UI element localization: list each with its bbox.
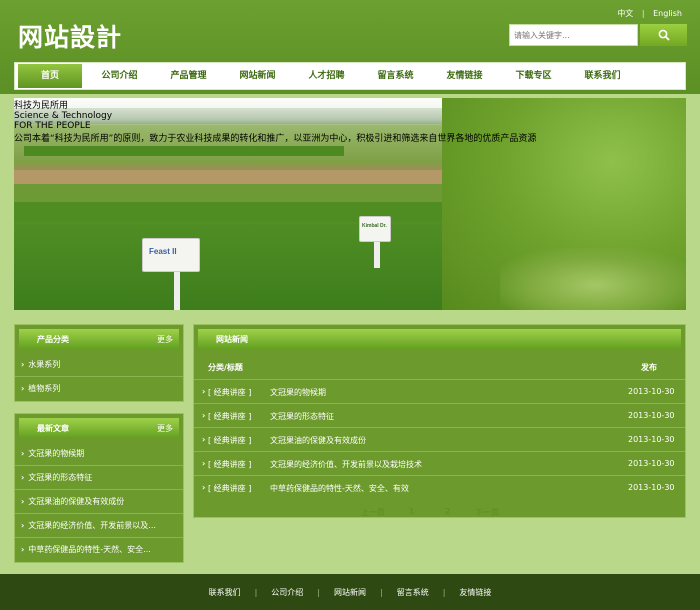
field-sign-small: Kimbal Dr. <box>359 216 391 242</box>
news-category[interactable]: [ 经典讲座 ] <box>208 411 251 422</box>
next-page-link[interactable]: 下一页 <box>475 507 499 518</box>
arrow-icon: › <box>202 459 206 468</box>
list-item[interactable]: › 文冠果的物候期 <box>15 442 183 466</box>
banner-subtitle: FOR THE PEOPLE <box>14 121 91 131</box>
news-rows: › [ 经典讲座 ] 文冠果的物候期 2013-10-30 › [ 经典讲座 ]… <box>194 379 685 499</box>
arrow-icon: › <box>202 435 206 444</box>
banner-text: 科技为民所用 Science & Technology FOR THE PEOP… <box>14 98 536 144</box>
table-row[interactable]: › [ 经典讲座 ] 文冠果的形态特征 2013-10-30 <box>194 403 685 427</box>
lang-chinese[interactable]: 中文 <box>617 9 633 18</box>
table-row[interactable]: › [ 经典讲座 ] 文冠果的经济价值、开发前景以及栽培技术 2013-10-3… <box>194 451 685 475</box>
news-header: 网站新闻 <box>198 329 681 349</box>
news-link[interactable]: 文冠果的物候期 <box>270 387 326 398</box>
plot-row <box>14 184 442 202</box>
news-link[interactable]: 文冠果的经济价值、开发前景以及栽培技术 <box>270 459 422 470</box>
arrow-icon: › <box>21 449 25 458</box>
search-button[interactable] <box>640 24 687 46</box>
news-title: 网站新闻 <box>216 335 248 344</box>
arrow-icon: › <box>202 483 206 492</box>
nav-links[interactable]: 友情链接 <box>430 62 499 90</box>
footer-link-about[interactable]: 公司介绍 <box>257 587 317 598</box>
banner-english: Science & Technology <box>14 111 113 121</box>
plot-row <box>24 146 344 156</box>
news-link[interactable]: 文冠果油的保健及有效成份 <box>270 435 366 446</box>
field-sign: Feast II <box>142 238 200 272</box>
news-panel: 网站新闻 分类/标题 发布 › [ 经典讲座 ] 文冠果的物候期 2013-10… <box>193 324 686 518</box>
nav-downloads[interactable]: 下载专区 <box>499 62 568 90</box>
news-link[interactable]: 文冠果的形态特征 <box>270 411 334 422</box>
search-input[interactable] <box>509 24 638 46</box>
article-list: › 文冠果的物候期 › 文冠果的形态特征 › 文冠果油的保健及有效成份 › 文冠果的经济… <box>15 442 183 562</box>
footer-link-news[interactable]: 网站新闻 <box>320 587 380 598</box>
table-row[interactable]: › [ 经典讲座 ] 文冠果油的保健及有效成份 2013-10-30 <box>194 427 685 451</box>
product-more-link[interactable]: 更多 <box>157 334 173 345</box>
arrow-icon: › <box>21 384 25 393</box>
footer-link-contact[interactable]: 联系我们 <box>195 587 255 598</box>
footer-link-guestbook[interactable]: 留言系统 <box>383 587 443 598</box>
list-item[interactable]: › 水果系列 <box>15 353 183 377</box>
footer: 联系我们 | 公司介绍 | 网站新闻 | 留言系统 | 友情链接 <box>0 574 700 610</box>
news-category[interactable]: [ 经典讲座 ] <box>208 387 251 398</box>
list-item[interactable]: › 文冠果的形态特征 <box>15 466 183 490</box>
nav-about[interactable]: 公司介绍 <box>85 62 154 90</box>
column-date: 发布 <box>641 363 657 372</box>
lang-separator: | <box>641 9 645 18</box>
prev-page-link[interactable]: 上一页 <box>361 507 385 518</box>
news-link[interactable]: 中草药保健品的特性-天然、安全、有效 <box>270 483 409 494</box>
page-link[interactable]: 1 <box>409 507 414 516</box>
product-list: › 水果系列 › 植物系列 <box>15 353 183 401</box>
column-title: 分类/标题 <box>208 363 243 372</box>
news-category[interactable]: [ 经典讲座 ] <box>208 459 251 470</box>
main-nav: 首页 公司介绍 产品管理 网站新闻 人才招聘 留言系统 友情链接 下载专区 联系… <box>14 62 686 90</box>
site-logo[interactable]: 网站設計 <box>18 18 122 54</box>
news-date: 2013-10-30 <box>628 435 675 444</box>
banner-slogan: 科技为民所用 <box>14 101 69 111</box>
list-item[interactable]: › 文冠果油的保健及有效成份 <box>15 490 183 514</box>
news-category[interactable]: [ 经典讲座 ] <box>208 483 251 494</box>
table-row[interactable]: › [ 经典讲座 ] 中草药保健品的特性-天然、安全、有效 2013-10-30 <box>194 475 685 499</box>
article-more-link[interactable]: 更多 <box>157 423 173 434</box>
search-icon <box>658 29 670 41</box>
news-date: 2013-10-30 <box>628 459 675 468</box>
arrow-icon: › <box>21 473 25 482</box>
product-categories: 产品分类 更多 › 水果系列 › 植物系列 <box>14 324 184 402</box>
header: 网站設計 中文 | English 首页 公司介绍 产品管理 网站新闻 人才招聘… <box>0 0 700 94</box>
search-box <box>509 24 687 46</box>
news-category[interactable]: [ 经典讲座 ] <box>208 435 251 446</box>
list-item[interactable]: › 植物系列 <box>15 377 183 401</box>
lang-english[interactable]: English <box>653 9 682 18</box>
news-date: 2013-10-30 <box>628 411 675 420</box>
banner-description: 公司本着“科技为民所用”的原则，致力于农业科技成果的转化和推广，以亚洲为中心，积… <box>14 134 537 144</box>
latest-articles-title: 最新文章 <box>37 424 69 433</box>
arrow-icon: › <box>21 545 25 554</box>
arrow-icon: › <box>202 387 206 396</box>
language-switch: 中文 | English <box>611 8 682 19</box>
product-categories-header: 产品分类 更多 <box>19 329 179 349</box>
pagination: 上一页 1 2 下一页 <box>194 507 685 517</box>
news-date: 2013-10-30 <box>628 387 675 396</box>
nav-guestbook[interactable]: 留言系统 <box>361 62 430 90</box>
nav-home[interactable]: 首页 <box>18 64 82 88</box>
table-row[interactable]: › [ 经典讲座 ] 文冠果的物候期 2013-10-30 <box>194 379 685 403</box>
list-item[interactable]: › 中草药保健品的特性-天然、安全... <box>15 538 183 562</box>
arrow-icon: › <box>21 497 25 506</box>
nav-jobs[interactable]: 人才招聘 <box>292 62 361 90</box>
news-column-headers: 分类/标题 发布 <box>194 355 685 379</box>
arrow-icon: › <box>21 521 25 530</box>
nav-products[interactable]: 产品管理 <box>154 62 223 90</box>
list-item[interactable]: › 文冠果的经济价值、开发前景以及... <box>15 514 183 538</box>
news-date: 2013-10-30 <box>628 483 675 492</box>
hands-with-soil <box>500 248 686 310</box>
nav-news[interactable]: 网站新闻 <box>223 62 292 90</box>
nav-contact[interactable]: 联系我们 <box>568 62 637 90</box>
page-link[interactable]: 2 <box>445 507 450 516</box>
footer-link-links[interactable]: 友情链接 <box>445 587 505 598</box>
arrow-icon: › <box>202 411 206 420</box>
arrow-icon: › <box>21 360 25 369</box>
latest-articles: 最新文章 更多 › 文冠果的物候期 › 文冠果的形态特征 › 文冠果油的保健及有效成份… <box>14 413 184 563</box>
plot-row <box>14 170 442 184</box>
product-categories-title: 产品分类 <box>37 335 69 344</box>
latest-articles-header: 最新文章 更多 <box>19 418 179 438</box>
